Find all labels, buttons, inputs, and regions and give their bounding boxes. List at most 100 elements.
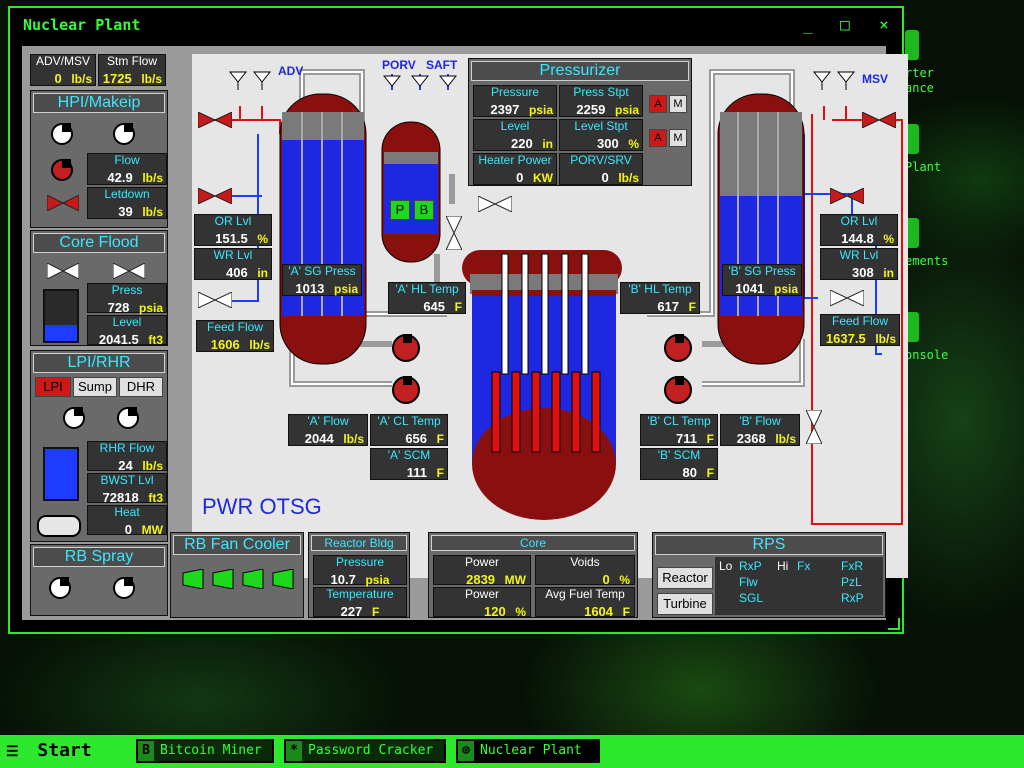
pressurizer-title: Pressurizer <box>471 61 689 81</box>
window-titlebar[interactable]: Nuclear Plant _ □ × <box>10 8 902 42</box>
task-nuclear-plant[interactable]: ⊗ Nuclear Plant <box>456 739 600 763</box>
rps-trip-panel: Lo RxP Hi Fx FxR Flw PzL SGL RxP <box>715 557 883 615</box>
lpi-pump-1-icon[interactable] <box>63 407 85 429</box>
cf-press-unit: psia <box>138 301 163 315</box>
rps-rxp-hi: RxP <box>841 591 864 605</box>
hpi-pump-2-icon[interactable] <box>113 123 135 145</box>
task-label: Nuclear Plant <box>480 743 582 758</box>
maximize-button[interactable]: □ <box>833 14 857 36</box>
pzr-level-manual-button[interactable]: M <box>669 129 687 147</box>
spray-valve-icon[interactable] <box>478 196 512 212</box>
core-section: Core Power 2839 MW Voids 0 % Power 120 %… <box>428 532 638 619</box>
rcp-a1-icon[interactable] <box>392 334 420 362</box>
pzr-press-manual-button[interactable]: M <box>669 95 687 113</box>
reactor-trip-button[interactable]: Reactor <box>657 567 713 589</box>
rb-fan-section: RB Fan Cooler <box>170 532 304 618</box>
adv-valve-1-icon[interactable] <box>228 70 248 90</box>
core-flood-valve-1-icon[interactable] <box>47 263 79 279</box>
turbine-trip-button[interactable]: Turbine <box>657 593 713 615</box>
rcp-a2-icon[interactable] <box>392 376 420 404</box>
main-steam-valve-a-icon[interactable] <box>198 112 232 128</box>
sg-a-press-readout: 'A' SG Press 1013 psia <box>282 264 362 296</box>
fan-cooler-4-icon[interactable] <box>271 569 295 589</box>
cf-level-label: Level <box>112 315 142 329</box>
porv-valve-icon[interactable] <box>382 74 402 94</box>
rps-section: RPS Reactor Turbine Lo RxP Hi Fx FxR Flw… <box>652 532 886 618</box>
sg-a-or-value: 151.5 <box>215 231 248 246</box>
hpi-valve-icon[interactable] <box>47 195 79 211</box>
pzr-heater-value: 0 <box>516 170 524 185</box>
minimize-button[interactable]: _ <box>796 14 820 36</box>
main-steam-valve-b-icon[interactable] <box>862 112 896 128</box>
pzr-level-auto-button[interactable]: A <box>649 129 667 147</box>
msv-valve-2-icon[interactable] <box>836 70 856 90</box>
saft-valve-2-icon[interactable] <box>438 74 458 94</box>
desktop-label-4[interactable]: ements <box>905 254 948 268</box>
resize-grip-icon[interactable] <box>888 618 900 630</box>
heater-b-button[interactable]: B <box>414 200 434 220</box>
msv-valve-1-icon[interactable] <box>812 70 832 90</box>
desktop-label-5[interactable]: onsole <box>905 348 948 362</box>
adv-valve-2-icon[interactable] <box>252 70 272 90</box>
sg-b-feed-value: 1637.5 <box>825 331 866 346</box>
fan-cooler-2-icon[interactable] <box>211 569 235 589</box>
a-flow-unit: lb/s <box>343 432 364 446</box>
aux-feed-valve-b-icon[interactable] <box>830 290 864 306</box>
pzr-press-stpt-label: Press Stpt <box>573 85 629 99</box>
rb-pressure-unit: psia <box>365 573 390 587</box>
pzr-isolation-valve-icon[interactable] <box>446 216 462 250</box>
core-flood-section: Core Flood Press 728 psia Level 2041.5 f… <box>30 230 168 347</box>
fan-cooler-3-icon[interactable] <box>241 569 265 589</box>
heat-value: 0 <box>124 522 133 537</box>
aux-feed-valve-a-icon[interactable] <box>198 292 232 308</box>
sg-b-press-label: 'B' SG Press <box>728 264 796 278</box>
rps-fxr: FxR <box>841 559 863 573</box>
pzr-heater-unit: KW <box>533 171 553 185</box>
heat-readout: Heat 0 MW <box>87 505 167 537</box>
fan-cooler-1-icon[interactable] <box>181 569 205 589</box>
core-power-pct-label: Power <box>464 587 499 601</box>
letdown-value: 39 <box>118 204 133 219</box>
dhr-tab[interactable]: DHR <box>119 377 163 397</box>
rb-spray-pump-2-icon[interactable] <box>113 577 135 599</box>
rhr-flow-label: RHR Flow <box>99 441 155 455</box>
a-flow-readout: 'A' Flow 2044 lb/s <box>288 414 368 446</box>
saft-valve-1-icon[interactable] <box>410 74 430 94</box>
heater-p-button[interactable]: P <box>390 200 410 220</box>
hpi-flow-unit: lb/s <box>142 171 163 185</box>
sump-tab[interactable]: Sump <box>73 377 117 397</box>
rb-spray-pump-1-icon[interactable] <box>49 577 71 599</box>
rcp-b1-icon[interactable] <box>664 334 692 362</box>
sg-a-wr-label: WR Lvl <box>213 248 253 262</box>
desktop-label-2[interactable]: ance <box>905 81 934 95</box>
sg-b-press-value: 1041 <box>735 281 765 296</box>
lpi-pump-2-icon[interactable] <box>117 407 139 429</box>
rcp-b2-icon[interactable] <box>664 376 692 404</box>
start-button[interactable]: ☰ Start <box>6 739 116 763</box>
sg-b-wr-label: WR Lvl <box>839 248 879 262</box>
hpi-pump-1-icon[interactable] <box>51 123 73 145</box>
b-loop-valve-icon[interactable] <box>806 410 822 444</box>
hpi-section: HPI/Makeip Flow 42.9 lb/s Letdown 39 lb/… <box>30 90 168 228</box>
close-button[interactable]: × <box>872 14 896 36</box>
task-bitcoin-miner[interactable]: B Bitcoin Miner <box>136 739 274 763</box>
task-label: Password Cracker <box>308 743 434 758</box>
reactor-bldg-section: Reactor Bldg Pressure 10.7 psia Temperat… <box>308 532 410 619</box>
sg-a-press-label: 'A' SG Press <box>288 264 356 278</box>
letdown-label: Letdown <box>104 187 150 201</box>
pzr-pressure-value: 2397 <box>490 102 520 117</box>
feed-valve-a-icon[interactable] <box>198 188 232 204</box>
desktop-label-1[interactable]: rter <box>905 66 934 80</box>
feed-valve-b-icon[interactable] <box>830 188 864 204</box>
pzr-press-auto-button[interactable]: A <box>649 95 667 113</box>
cf-level-value: 2041.5 <box>98 332 139 347</box>
core-power-pct-readout: Power 120 % <box>433 587 531 619</box>
pzr-press-stpt-value: 2259 <box>576 102 606 117</box>
desktop-label-3[interactable]: Plant <box>905 160 941 174</box>
core-flood-valve-2-icon[interactable] <box>113 263 145 279</box>
stm-flow-readout: Stm Flow 1725 lb/s <box>98 54 166 86</box>
lpi-tab[interactable]: LPI <box>35 377 71 397</box>
letdown-unit: lb/s <box>142 205 163 219</box>
hpi-pump-3-icon[interactable] <box>51 159 73 181</box>
task-password-cracker[interactable]: * Password Cracker <box>284 739 446 763</box>
